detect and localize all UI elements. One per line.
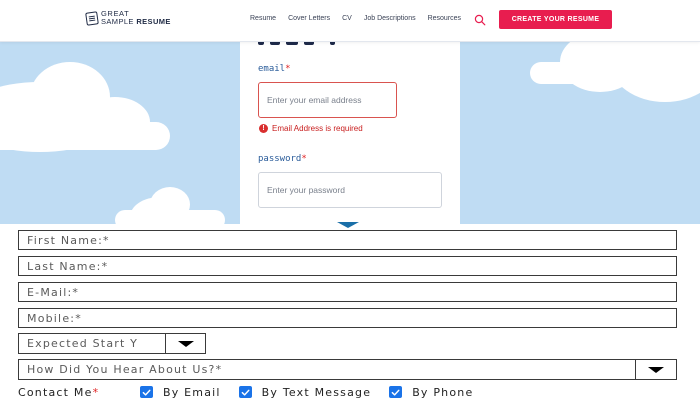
login-card: email* ! Email Address is required passw… — [240, 42, 460, 224]
contact-required-marker: * — [92, 385, 100, 399]
dropdown-arrow-icon — [177, 340, 194, 347]
logo-word-resume: RESUME — [136, 17, 171, 26]
email-error: ! Email Address is required — [259, 124, 363, 133]
site-header: GREAT SAMPLE RESUME Resume Cover Letters… — [0, 0, 700, 42]
hear-about-us-select[interactable]: How Did You Hear About Us?* — [18, 359, 677, 380]
password-label: password* — [258, 154, 307, 164]
email-label-text: email — [258, 64, 286, 74]
dropdown-arrow-icon — [648, 366, 664, 373]
contact-option-email[interactable]: By Email — [140, 386, 221, 399]
contact-preferences: Contact Me* By Email By Text Message By … — [18, 384, 491, 400]
logo-line-2: SAMPLE RESUME — [101, 18, 171, 26]
card-heading-fragment — [258, 42, 338, 46]
logo-icon — [85, 10, 99, 26]
nav-item-cv[interactable]: CV — [342, 15, 352, 22]
login-password-input[interactable] — [258, 172, 442, 208]
main-nav: Resume Cover Letters CV Job Descriptions… — [250, 15, 461, 22]
contact-option-text[interactable]: By Text Message — [238, 385, 372, 399]
checkmark-icon — [241, 389, 250, 396]
site-logo[interactable]: GREAT SAMPLE RESUME — [85, 10, 171, 26]
nav-item-cover-letters[interactable]: Cover Letters — [288, 15, 330, 22]
search-icon[interactable] — [474, 14, 486, 26]
logo-text: GREAT SAMPLE RESUME — [101, 10, 171, 26]
contact-option-phone[interactable]: By Phone — [389, 386, 473, 399]
contact-form: Expected Start Y How Did You Hear About … — [0, 224, 700, 400]
checkbox-phone[interactable] — [389, 386, 403, 398]
error-icon: ! — [259, 124, 268, 133]
checkbox-email-label: By Email — [163, 385, 221, 399]
contact-me-label: Contact Me* — [18, 386, 140, 399]
expected-start-select[interactable]: Expected Start Y — [18, 333, 206, 354]
email-error-text: Email Address is required — [272, 124, 363, 133]
password-required-marker: * — [301, 154, 307, 164]
hear-about-us-dropdown-toggle[interactable] — [636, 360, 676, 379]
contact-me-text: Contact Me — [18, 385, 93, 399]
section-pointer-arrow — [337, 222, 359, 228]
expected-start-value: Expected Start Y — [19, 334, 166, 353]
checkmark-icon — [142, 389, 151, 396]
email-required-marker: * — [285, 64, 291, 74]
logo-word-sample: SAMPLE — [101, 17, 134, 26]
checkbox-text-message[interactable] — [238, 386, 252, 398]
cloud-low-3 — [115, 210, 225, 224]
checkbox-phone-label: By Phone — [412, 385, 474, 399]
checkbox-text-message-label: By Text Message — [261, 385, 372, 399]
checkmark-icon — [391, 389, 400, 396]
login-email-input[interactable] — [258, 82, 397, 118]
password-label-text: password — [258, 154, 302, 164]
cloud-right-3 — [530, 62, 700, 84]
last-name-input[interactable] — [18, 256, 677, 276]
create-resume-button[interactable]: CREATE YOUR RESUME — [499, 10, 612, 29]
first-name-input[interactable] — [18, 230, 677, 250]
nav-item-resources[interactable]: Resources — [428, 15, 461, 22]
cloud-left-4 — [0, 122, 170, 150]
nav-item-resume[interactable]: Resume — [250, 15, 276, 22]
hear-about-us-value: How Did You Hear About Us?* — [19, 360, 636, 379]
email-input[interactable] — [18, 282, 677, 302]
mobile-input[interactable] — [18, 308, 677, 328]
nav-item-job-descriptions[interactable]: Job Descriptions — [364, 15, 416, 22]
expected-start-dropdown-toggle[interactable] — [166, 334, 205, 353]
checkbox-email[interactable] — [140, 386, 153, 398]
email-label: email* — [258, 64, 291, 74]
